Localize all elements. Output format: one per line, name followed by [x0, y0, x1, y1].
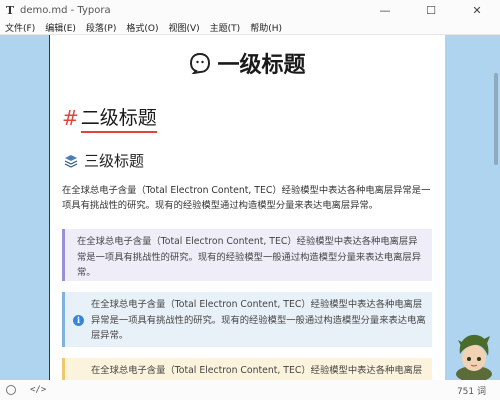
callout-info-text: 在全球总电子含量（Total Electron Content, TEC）经验模…	[91, 299, 426, 341]
callout-info[interactable]: i 在全球总电子含量（Total Electron Content, TEC）经…	[62, 292, 432, 347]
heading-2-hash: #	[62, 106, 79, 130]
callout-warning-text: 在全球总电子含量（Total Electron Content, TEC）经验模…	[91, 365, 423, 376]
word-count[interactable]: 751 词	[457, 384, 486, 397]
menu-theme[interactable]: 主题(T)	[205, 21, 246, 34]
maximize-button[interactable]: ☐	[408, 0, 454, 20]
window-title: demo.md - Typora	[20, 4, 111, 16]
body-paragraph[interactable]: 在全球总电子含量（Total Electron Content, TEC）经验模…	[62, 183, 437, 213]
callout-purple[interactable]: 在全球总电子含量（Total Electron Content, TEC）经验模…	[62, 229, 432, 281]
anime-character-avatar	[456, 334, 492, 380]
source-code-toggle[interactable]: </>	[30, 385, 46, 395]
heading-1[interactable]: 一级标题	[50, 47, 445, 79]
sidebar-toggle-icon[interactable]	[6, 385, 16, 395]
menu-paragraph[interactable]: 段落(P)	[81, 21, 121, 34]
heading-3[interactable]: 三级标题	[64, 150, 144, 171]
title-bar: T demo.md - Typora — ☐ ✕	[0, 0, 500, 20]
typora-app-icon: T	[5, 3, 15, 17]
speech-bubble-icon	[190, 52, 211, 74]
scroll-thumb[interactable]	[494, 73, 498, 165]
menu-bar: 文件(F) 编辑(E) 段落(P) 格式(O) 视图(V) 主题(T) 帮助(H…	[0, 20, 500, 35]
heading-3-text: 三级标题	[84, 152, 145, 170]
editor-area[interactable]: 一级标题 # 二级标题 三级标题 在全球总电子含量（Total Electron…	[50, 35, 445, 380]
heading-1-text: 一级标题	[217, 53, 306, 78]
menu-edit[interactable]: 编辑(E)	[40, 21, 81, 34]
minimize-button[interactable]: —	[362, 0, 408, 20]
heading-2-text: 二级标题	[80, 103, 157, 133]
menu-file[interactable]: 文件(F)	[0, 21, 40, 34]
menu-view[interactable]: 视图(V)	[163, 21, 204, 34]
layers-icon	[64, 154, 78, 168]
menu-format[interactable]: 格式(O)	[121, 21, 163, 34]
heading-2[interactable]: # 二级标题	[62, 103, 157, 133]
status-bar: </> 751 词	[0, 380, 500, 400]
callout-warning[interactable]: 在全球总电子含量（Total Electron Content, TEC）经验模…	[62, 358, 432, 380]
vertical-scrollbar[interactable]	[492, 35, 500, 380]
info-icon: i	[73, 315, 84, 326]
menu-help[interactable]: 帮助(H)	[245, 21, 287, 34]
close-button[interactable]: ✕	[454, 0, 500, 20]
